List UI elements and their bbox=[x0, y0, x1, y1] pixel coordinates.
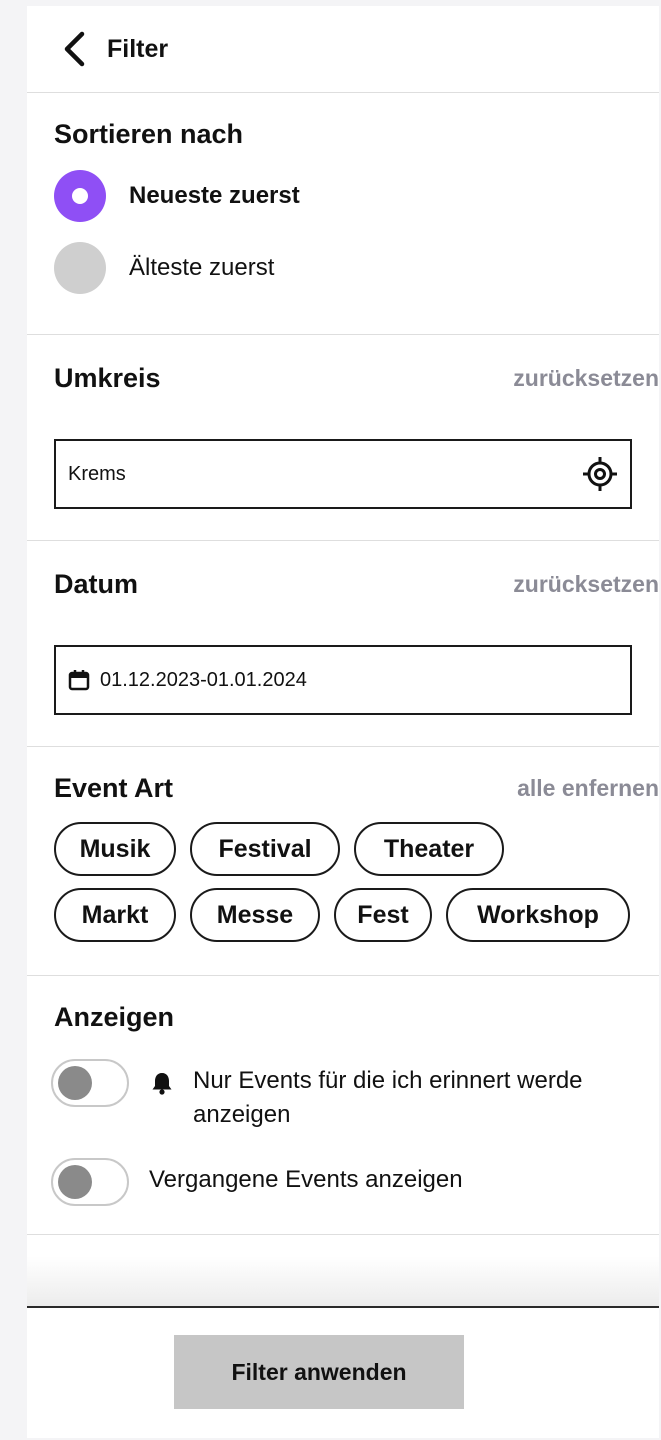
radius-section: Umkreis zurücksetzen Krems bbox=[27, 335, 659, 541]
reminder-toggle-row: Nur Events für die ich erinnert werde an… bbox=[27, 1059, 659, 1132]
apply-filter-button[interactable]: Filter anwenden bbox=[174, 1335, 464, 1409]
sort-section-head: Sortieren nach bbox=[27, 119, 659, 150]
radius-title: Umkreis bbox=[54, 363, 161, 393]
reminder-toggle[interactable] bbox=[51, 1059, 129, 1107]
sort-option-label: Neueste zuerst bbox=[129, 182, 300, 209]
event-type-section: Event Art alle enfernen Musik Festival T… bbox=[27, 747, 659, 976]
sort-title: Sortieren nach bbox=[54, 119, 244, 149]
header: Filter bbox=[27, 6, 659, 93]
sort-option-oldest[interactable]: Älteste zuerst bbox=[27, 242, 659, 294]
display-title: Anzeigen bbox=[54, 1002, 175, 1032]
radio-selected[interactable] bbox=[54, 170, 106, 222]
sort-option-newest[interactable]: Neueste zuerst bbox=[27, 170, 659, 222]
radio-unselected[interactable] bbox=[54, 242, 106, 294]
radio-dot bbox=[72, 188, 88, 204]
radius-section-head: Umkreis zurücksetzen bbox=[27, 363, 659, 394]
chip-theater[interactable]: Theater bbox=[354, 822, 504, 876]
calendar-icon bbox=[68, 669, 90, 691]
chip-festival[interactable]: Festival bbox=[190, 822, 340, 876]
toggle-knob bbox=[58, 1165, 92, 1199]
reminder-label: Nur Events für die ich erinnert werde an… bbox=[193, 1067, 583, 1128]
radius-reset-link[interactable]: zurücksetzen bbox=[513, 365, 659, 392]
event-type-clear-link[interactable]: alle enfernen bbox=[517, 775, 659, 802]
chip-musik[interactable]: Musik bbox=[54, 822, 176, 876]
display-section: Anzeigen Nur Events für die ich erinnert… bbox=[27, 976, 659, 1235]
toggle-knob bbox=[58, 1066, 92, 1100]
bell-icon bbox=[151, 1071, 173, 1095]
chevron-left-icon bbox=[64, 31, 85, 67]
date-range-value: 01.12.2023-01.01.2024 bbox=[100, 668, 307, 691]
event-type-title: Event Art bbox=[54, 773, 174, 803]
chip-fest[interactable]: Fest bbox=[334, 888, 432, 942]
location-input[interactable]: Krems bbox=[54, 439, 632, 509]
page-title: Filter bbox=[107, 34, 169, 63]
past-events-label: Vergangene Events anzeigen bbox=[149, 1166, 463, 1193]
display-section-head: Anzeigen bbox=[27, 1002, 659, 1033]
date-range-input[interactable]: 01.12.2023-01.01.2024 bbox=[54, 645, 632, 715]
back-button[interactable] bbox=[55, 29, 95, 69]
location-value: Krems bbox=[68, 462, 126, 485]
crosshair-icon[interactable] bbox=[582, 456, 618, 492]
date-section: Datum zurücksetzen 01.12.2023-01.01.2024 bbox=[27, 541, 659, 747]
date-section-head: Datum zurücksetzen bbox=[27, 569, 659, 600]
date-title: Datum bbox=[54, 569, 139, 599]
sort-option-label: Älteste zuerst bbox=[129, 254, 275, 281]
footer: Filter anwenden bbox=[27, 1306, 659, 1438]
chip-row: Musik Festival Theater bbox=[54, 822, 644, 876]
chip-markt[interactable]: Markt bbox=[54, 888, 176, 942]
event-type-section-head: Event Art alle enfernen bbox=[27, 773, 659, 804]
past-events-toggle[interactable] bbox=[51, 1158, 129, 1206]
sort-section: Sortieren nach Neueste zuerst Älteste zu… bbox=[27, 93, 659, 335]
date-reset-link[interactable]: zurücksetzen bbox=[513, 571, 659, 598]
chip-row: Markt Messe Fest Workshop bbox=[54, 888, 644, 942]
past-toggle-row: Vergangene Events anzeigen bbox=[27, 1158, 659, 1206]
footer-shadow bbox=[27, 1256, 659, 1306]
chip-workshop[interactable]: Workshop bbox=[446, 888, 630, 942]
event-type-chips: Musik Festival Theater Markt Messe Fest … bbox=[27, 822, 644, 942]
chip-messe[interactable]: Messe bbox=[190, 888, 320, 942]
filter-panel: Filter Sortieren nach Neueste zuerst Ält… bbox=[27, 6, 659, 1438]
